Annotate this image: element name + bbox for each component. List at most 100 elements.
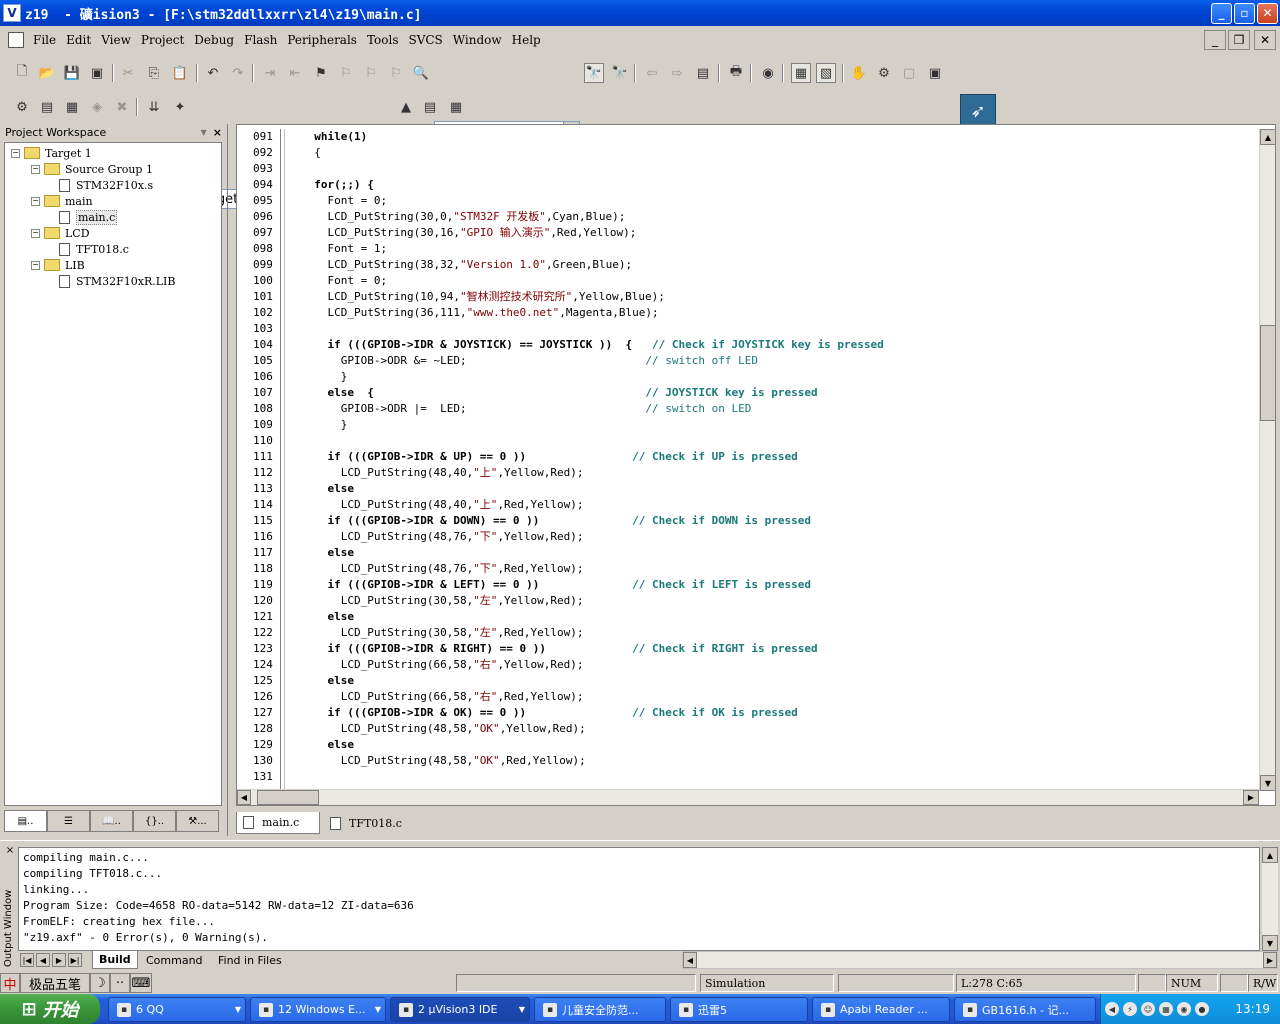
tab-tft018-c[interactable]: TFT018.c xyxy=(324,812,414,834)
tab-files[interactable]: ▤.. xyxy=(4,810,47,832)
menu-file[interactable]: File xyxy=(28,33,61,47)
clear-bookmarks-icon[interactable]: ⚐ xyxy=(386,63,406,83)
punctuation-icon[interactable]: ·· xyxy=(110,973,130,993)
redo-icon[interactable]: ↷ xyxy=(228,63,248,83)
menu-svcs[interactable]: SVCS xyxy=(403,33,447,47)
tab-functions[interactable]: {}.. xyxy=(133,810,176,832)
rebuild-icon[interactable]: ▦ xyxy=(62,97,82,117)
bookmark-icon[interactable]: ⚑ xyxy=(311,63,331,83)
workspace-close-button[interactable]: × xyxy=(213,126,222,139)
close-button[interactable]: ✕ xyxy=(1257,2,1278,24)
menu-project[interactable]: Project xyxy=(136,33,189,47)
taskbar-item[interactable]: ▪ 12 Windows E... ▼ xyxy=(250,997,386,1022)
uvision-app-icon[interactable]: V xyxy=(3,4,21,22)
workspace-toggle-icon[interactable]: ▦ xyxy=(791,63,811,83)
taskbar-item[interactable]: ▪ 6 QQ ▼ xyxy=(108,997,246,1022)
prev-tab-icon[interactable]: ◀ xyxy=(36,953,50,967)
scroll-right-icon[interactable]: ▶ xyxy=(1243,790,1259,805)
horizontal-scroll-thumb[interactable] xyxy=(257,790,319,805)
collapse-icon[interactable]: − xyxy=(31,164,40,174)
keyboard-icon[interactable]: ⌨ xyxy=(130,973,152,993)
browse-icon[interactable]: ▤ xyxy=(693,63,713,83)
maximize-button[interactable]: ▫ xyxy=(1234,2,1255,24)
next-bookmark-icon[interactable]: ⚐ xyxy=(361,63,381,83)
window-icon[interactable]: ▣ xyxy=(925,63,945,83)
target-options-icon[interactable]: ✦ xyxy=(170,97,190,117)
scroll-left-icon[interactable]: ◀ xyxy=(237,790,251,805)
output-close-button[interactable]: × xyxy=(2,845,18,856)
code-editor[interactable]: 091 092 093 094 095 096 097 098 099 100 101 102 103 1… xyxy=(236,124,1276,806)
tab-find-in-files[interactable]: Find in Files xyxy=(212,951,288,969)
unindent-icon[interactable]: ⇤ xyxy=(285,63,305,83)
scroll-down-icon[interactable]: ▼ xyxy=(1262,935,1278,951)
mdi-restore-button[interactable]: ❐ xyxy=(1228,30,1250,50)
new-file-icon[interactable]: 🗋 xyxy=(12,63,32,83)
menu-peripherals[interactable]: Peripherals xyxy=(282,33,362,47)
network-icon[interactable]: ▦ xyxy=(1159,1002,1173,1016)
chevron-down-icon[interactable]: ▼ xyxy=(375,1005,381,1014)
batch-build-icon[interactable]: ◈ xyxy=(87,97,107,117)
build-icon[interactable]: ▤ xyxy=(37,97,57,117)
save-icon[interactable]: 💾 xyxy=(62,63,82,83)
back-icon[interactable]: ⇦ xyxy=(642,63,662,83)
mdi-close-button[interactable]: ✕ xyxy=(1254,30,1276,50)
tab-main-c[interactable]: main.c xyxy=(236,812,320,834)
taskbar-item[interactable]: ▪ GB1616.h - 记... xyxy=(954,997,1096,1022)
output-text[interactable]: compiling main.c... compiling TFT018.c...… xyxy=(18,847,1260,951)
tray-arrow-icon[interactable]: ◀ xyxy=(1105,1002,1119,1016)
menu-help[interactable]: Help xyxy=(507,33,546,47)
translate-icon[interactable]: ⚙ xyxy=(12,97,32,117)
tab-templates[interactable]: ⚒... xyxy=(176,810,219,832)
next-tab-icon[interactable]: ▶ xyxy=(52,953,66,967)
security-icon[interactable]: ● xyxy=(1195,1002,1209,1016)
stop-build-icon[interactable]: ✖ xyxy=(112,97,132,117)
moon-icon[interactable]: ☽ xyxy=(90,973,110,993)
tree-item-file[interactable]: STM32F10x.s xyxy=(51,177,153,193)
menu-tools[interactable]: Tools xyxy=(362,33,404,47)
menu-view[interactable]: View xyxy=(96,33,136,47)
collapse-icon[interactable]: − xyxy=(31,196,40,206)
ime-logo-icon[interactable]: 中 xyxy=(0,973,20,993)
copy-icon[interactable]: ⎘ xyxy=(144,63,164,83)
start-button[interactable]: ⊞ 开始 xyxy=(0,994,100,1024)
tree-item-folder[interactable]: − Source Group 1 xyxy=(31,161,153,177)
tree-item-target[interactable]: − Target 1 xyxy=(11,145,92,161)
output-vertical-scrollbar[interactable]: ▲ ▼ xyxy=(1262,847,1278,951)
taskbar-item[interactable]: ▪ 迅雷5 xyxy=(670,997,808,1022)
tab-command[interactable]: Command xyxy=(140,951,209,969)
cut-icon[interactable]: ✂ xyxy=(118,63,138,83)
scroll-left-icon[interactable]: ◀ xyxy=(683,952,697,968)
chevron-down-icon[interactable]: ▼ xyxy=(201,128,207,137)
vertical-scroll-thumb[interactable] xyxy=(1260,325,1276,421)
open-file-icon[interactable]: 📂 xyxy=(37,63,57,83)
scroll-up-icon[interactable]: ▲ xyxy=(1262,847,1278,863)
indent-icon[interactable]: ⇥ xyxy=(260,63,280,83)
menu-flash[interactable]: Flash xyxy=(239,33,282,47)
save-all-icon[interactable]: ▣ xyxy=(87,63,107,83)
tab-build[interactable]: Build xyxy=(92,951,138,969)
mdi-minimize-button[interactable]: _ xyxy=(1204,30,1226,50)
undo-icon[interactable]: ↶ xyxy=(203,63,223,83)
first-tab-icon[interactable]: |◀ xyxy=(20,953,34,967)
zoom-icon[interactable]: ▢ xyxy=(899,63,919,83)
thunder-tray-icon[interactable]: ⚡ xyxy=(1123,1002,1137,1016)
forward-icon[interactable]: ⇨ xyxy=(667,63,687,83)
qq-tray-icon[interactable]: ☺ xyxy=(1141,1002,1155,1016)
config-icon[interactable]: ⚙ xyxy=(874,63,894,83)
horizontal-scrollbar[interactable]: ◀ ▶ xyxy=(237,789,1259,805)
tree-item-file[interactable]: TFT018.c xyxy=(51,241,129,257)
collapse-icon[interactable]: − xyxy=(31,260,40,270)
tree-item-folder[interactable]: − LIB xyxy=(31,257,85,273)
menu-window[interactable]: Window xyxy=(448,33,507,47)
menu-edit[interactable]: Edit xyxy=(61,33,96,47)
tab-books[interactable]: 📖.. xyxy=(90,810,133,832)
chevron-down-icon[interactable]: ▼ xyxy=(235,1005,241,1014)
document-icon[interactable] xyxy=(8,32,24,48)
find-icon[interactable]: 🔭 xyxy=(584,63,604,83)
last-tab-icon[interactable]: ▶| xyxy=(68,953,82,967)
taskbar-item[interactable]: ▪ Apabi Reader ... xyxy=(812,997,950,1022)
output-toggle-icon[interactable]: ▧ xyxy=(816,63,836,83)
components-icon[interactable]: ▲ xyxy=(396,97,416,117)
tree-item-folder[interactable]: − LCD xyxy=(31,225,90,241)
print-icon[interactable]: 🖶 xyxy=(726,63,746,83)
